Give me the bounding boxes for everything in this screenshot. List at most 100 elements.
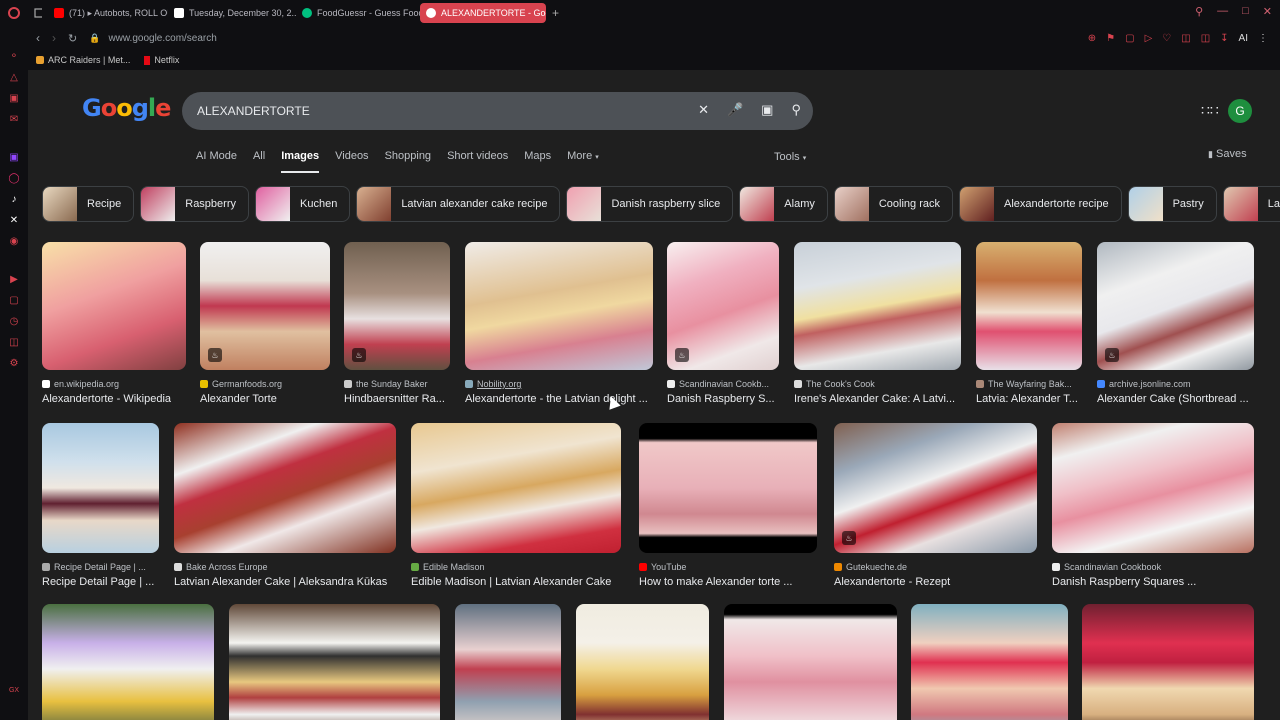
wallet-icon[interactable]: ◫ (1201, 33, 1210, 44)
result-thumbnail[interactable] (42, 423, 159, 553)
result-source[interactable]: Scandinavian Cookbook (1052, 562, 1254, 572)
chip-alexandertorte-recipe[interactable]: Alexandertorte recipe (959, 186, 1122, 222)
result-source[interactable]: The Wayfaring Bak... (976, 379, 1082, 389)
search-input[interactable]: ALEXANDERTORTE ✕ 🎤 ▣ ⚲ (182, 92, 813, 130)
result-source[interactable]: the Sunday Baker (344, 379, 450, 389)
zoom-icon[interactable]: ⊕ (1088, 33, 1096, 44)
image-result-thumbnail[interactable] (1082, 604, 1254, 720)
history-icon[interactable]: ◷ (8, 315, 20, 327)
result-thumbnail[interactable] (465, 242, 653, 370)
result-thumbnail[interactable] (42, 242, 186, 370)
tab-youtube[interactable]: (71) ▸ Autobots, ROLL OUT (48, 3, 168, 23)
result-source[interactable]: Bake Across Europe (174, 562, 396, 572)
image-result[interactable]: ♨ archive.jsonline.com Alexander Cake (S… (1097, 242, 1254, 405)
result-thumbnail[interactable]: ♨ (344, 242, 450, 370)
player-sidebar-icon[interactable]: ▶ (8, 273, 20, 285)
image-result-thumbnail[interactable] (724, 604, 897, 720)
bookmark-netflix[interactable]: Netflix (144, 55, 179, 65)
image-result-thumbnail[interactable] (911, 604, 1068, 720)
tiktok-icon[interactable]: ♪ (8, 193, 20, 205)
chip-danish-raspberry-slice[interactable]: Danish raspberry slice (566, 186, 734, 222)
result-title[interactable]: Recipe Detail Page | ... (42, 576, 159, 588)
snapshot-icon[interactable]: ▢ (1125, 33, 1134, 44)
search-query[interactable]: ALEXANDERTORTE (197, 104, 310, 118)
messenger-icon[interactable]: ▣ (8, 92, 20, 104)
x-icon[interactable]: ✕ (8, 214, 20, 226)
result-thumbnail[interactable] (639, 423, 817, 553)
opera-logo-icon[interactable] (0, 7, 28, 19)
result-title[interactable]: How to make Alexander torte ... (639, 576, 817, 588)
chip-recipe[interactable]: Recipe (42, 186, 135, 222)
back-icon[interactable]: ‹ (36, 31, 40, 45)
crypto-wallet-icon[interactable]: △ (8, 71, 20, 83)
image-result-thumbnail[interactable] (42, 604, 214, 720)
result-title[interactable]: Irene's Alexander Cake: A Latvi... (794, 393, 961, 405)
tab-short-videos[interactable]: Short videos (447, 150, 508, 173)
image-result[interactable]: en.wikipedia.org Alexandertorte - Wikipe… (42, 242, 186, 405)
result-source[interactable]: Scandinavian Cookb... (667, 379, 779, 389)
image-result-thumbnail[interactable] (455, 604, 561, 720)
instagram-icon[interactable]: ◯ (8, 172, 20, 184)
result-thumbnail[interactable]: ♨ (1097, 242, 1254, 370)
gx-icon[interactable]: GX (9, 687, 19, 694)
image-result-thumbnail[interactable] (576, 604, 709, 720)
maximize-icon[interactable]: □ (1242, 5, 1249, 18)
result-thumbnail[interactable] (794, 242, 961, 370)
avatar[interactable]: G (1228, 99, 1252, 123)
image-result[interactable]: ♨ Scandinavian Cookb... Danish Raspberry… (667, 242, 779, 405)
settings-icon[interactable]: ⚙ (8, 357, 20, 369)
image-result[interactable]: ♨ Germanfoods.org Alexander Torte (200, 242, 330, 405)
result-source[interactable]: Recipe Detail Page | ... (42, 562, 159, 572)
result-thumbnail[interactable]: ♨ (200, 242, 330, 370)
menu-icon[interactable]: ⋮ (1258, 33, 1268, 44)
image-result[interactable]: Scandinavian Cookbook Danish Raspberry S… (1052, 423, 1254, 588)
result-thumbnail[interactable] (174, 423, 396, 553)
forward-icon[interactable]: › (52, 31, 56, 45)
result-thumbnail[interactable]: ♨ (834, 423, 1037, 553)
result-title[interactable]: Latvia: Alexander T... (976, 393, 1082, 405)
image-result[interactable]: YouTube How to make Alexander torte ... (639, 423, 817, 588)
image-result[interactable]: Recipe Detail Page | ... Recipe Detail P… (42, 423, 159, 588)
image-result[interactable]: The Wayfaring Bak... Latvia: Alexander T… (976, 242, 1082, 405)
image-result[interactable]: Nobility.org Alexandertorte - the Latvia… (465, 242, 653, 405)
result-source[interactable]: archive.jsonline.com (1097, 379, 1254, 389)
chip-alamy[interactable]: Alamy (739, 186, 828, 222)
pinboard-icon[interactable]: ▢ (8, 294, 20, 306)
result-source[interactable]: Gutekueche.de (834, 562, 1037, 572)
result-source[interactable]: YouTube (639, 562, 817, 572)
image-result[interactable]: Bake Across Europe Latvian Alexander Cak… (174, 423, 396, 588)
tab-images[interactable]: Images (281, 150, 320, 173)
result-thumbnail[interactable] (976, 242, 1082, 370)
tab-shopping[interactable]: Shopping (385, 150, 432, 173)
result-title[interactable]: Alexander Cake (Shortbread ... (1097, 393, 1254, 405)
tab-islands-icon[interactable] (28, 3, 48, 23)
result-title[interactable]: Danish Raspberry Squares ... (1052, 576, 1254, 588)
search-icon[interactable]: ⚲ (791, 102, 801, 118)
image-result[interactable]: The Cook's Cook Irene's Alexander Cake: … (794, 242, 961, 405)
tab-more[interactable]: More ▾ (567, 150, 599, 173)
heart-icon[interactable]: ♡ (1162, 33, 1171, 44)
player-icon[interactable]: ▷ (1145, 33, 1153, 44)
tab-foodguessr[interactable]: FoodGuessr - Guess Food (296, 3, 420, 23)
discord-icon[interactable]: ◉ (8, 235, 20, 247)
result-title[interactable]: Hindbaersnitter Ra... (344, 393, 450, 405)
aria-icon[interactable]: ⚬ (8, 50, 20, 62)
tab-google-search[interactable]: ALEXANDERTORTE - Goo (420, 3, 546, 23)
tab-maps[interactable]: Maps (524, 150, 551, 173)
new-tab-icon[interactable]: + (552, 6, 559, 20)
result-source[interactable]: Nobility.org (465, 379, 653, 389)
extensions-icon[interactable]: ◫ (1181, 33, 1190, 44)
result-thumbnail[interactable] (411, 423, 621, 553)
result-source[interactable]: Germanfoods.org (200, 379, 330, 389)
result-source[interactable]: The Cook's Cook (794, 379, 961, 389)
result-thumbnail[interactable]: ♨ (667, 242, 779, 370)
result-thumbnail[interactable] (1052, 423, 1254, 553)
result-title[interactable]: Edible Madison | Latvian Alexander Cake (411, 576, 621, 588)
result-title[interactable]: Danish Raspberry S... (667, 393, 779, 405)
clear-icon[interactable]: ✕ (698, 102, 709, 118)
tools-button[interactable]: Tools ▾ (774, 151, 806, 163)
result-title[interactable]: Alexandertorte - Rezept (834, 576, 1037, 588)
saves-button[interactable]: ▮ Saves (1208, 148, 1247, 160)
apps-grid-icon[interactable]: ∷∷ (1201, 102, 1219, 119)
chip-latvian-alexander-cake-recipe[interactable]: Latvian alexander cake recipe (356, 186, 561, 222)
